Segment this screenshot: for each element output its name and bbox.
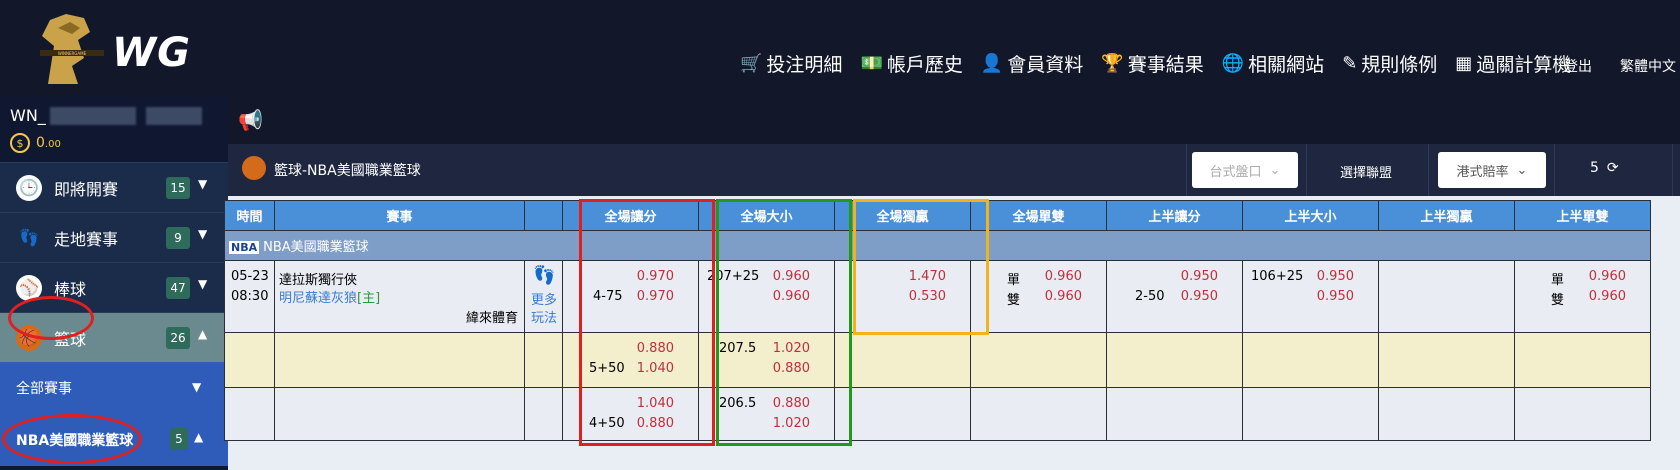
footprint-icon: 👣 <box>19 228 39 247</box>
odds-value[interactable]: 0.970 <box>637 289 674 304</box>
league-row: NBA NBA美國職業籃球 <box>224 230 1651 261</box>
main-content: 📢 籃球-NBA美國職業籃球 台式盤口 ⌄ 選擇聯盟 港式賠率 ⌄ 5 ⟳ 時間 賽事 <box>224 96 1680 470</box>
highlight-circle-basketball <box>8 296 94 340</box>
language-select[interactable]: 繁體中文 <box>1620 56 1676 76</box>
money-icon: 💵 <box>860 53 883 74</box>
refresh-button[interactable]: 5 ⟳ <box>1590 160 1619 176</box>
odds-value[interactable]: 0.950 <box>1181 269 1218 284</box>
logo-text: WG <box>112 30 191 76</box>
calculator-icon: ▦ <box>1455 53 1473 74</box>
footprint-icon: 👣 <box>533 265 556 286</box>
chevron-down-icon: ⌄ <box>1516 162 1528 178</box>
balance: $ 0.00 <box>10 133 218 153</box>
user-box: WN_ $ 0.00 <box>0 96 228 162</box>
half-over-under-cell: 106+25 0.950 0.950 <box>1242 260 1379 333</box>
nav-account-history[interactable]: 💵 帳戶歷史 <box>860 50 962 77</box>
odds-value[interactable]: 0.530 <box>909 289 946 304</box>
odds-type-select[interactable]: 港式賠率 ⌄ <box>1438 152 1546 188</box>
odds-value[interactable]: 0.960 <box>1045 269 1082 284</box>
table-row: 1.040 4+50 0.880 206.5 0.880 1.020 <box>224 387 1651 441</box>
cart-icon: 🛒 <box>740 53 763 74</box>
top-bar: WINNERGAME WG 🛒 投注明細 💵 帳戶歷史 👤 會員資料 🏆 賽事結果 🌐 相… <box>0 0 1680 96</box>
odds-value[interactable]: 0.880 <box>637 341 674 356</box>
market-select[interactable]: 台式盤口 ⌄ <box>1192 152 1298 188</box>
home-team: 達拉斯獨行俠 <box>279 273 358 288</box>
masked-username-2 <box>145 106 202 125</box>
half-moneyline-cell <box>1378 260 1515 333</box>
username: WN_ <box>10 106 218 125</box>
odds-value[interactable]: 0.960 <box>773 269 810 284</box>
svg-text:WINNERGAME: WINNERGAME <box>58 51 87 56</box>
half-odd-even-cell: 單 0.960 雙 0.960 <box>1514 260 1651 333</box>
chevron-down-icon: ▼ <box>192 380 202 394</box>
odds-value[interactable]: 1.470 <box>909 269 946 284</box>
nav-bet-details[interactable]: 🛒 投注明細 <box>740 50 842 77</box>
chevron-down-icon: ▼ <box>198 177 208 191</box>
full-odd-even-cell: 單 0.960 雙 0.960 <box>970 260 1107 333</box>
table-header: 時間 賽事 全場讓分 全場大小 全場獨贏 全場單雙 上半讓分 上半大小 上半獨贏… <box>224 200 1651 231</box>
odds-value[interactable]: 0.880 <box>637 416 674 431</box>
announcement-bar: 📢 <box>228 96 1680 144</box>
odds-value[interactable]: 1.020 <box>773 416 810 431</box>
full-over-under-cell: 207+25 0.960 0.960 <box>698 260 835 333</box>
sidebar: WN_ $ 0.00 🕒 即將開賽 15 ▼ 👣 走地賽事 9 ▼ ⚾ 棒球 4… <box>0 96 228 470</box>
megaphone-icon[interactable]: 📢 <box>238 108 263 132</box>
choose-league-button[interactable]: 選擇聯盟 <box>1340 162 1392 181</box>
league-title: 籃球-NBA美國職業籃球 <box>274 163 421 179</box>
sidebar-item-all-matches[interactable]: 全部賽事 ▼ <box>0 362 228 414</box>
chevron-down-icon: ⌄ <box>1269 162 1281 178</box>
chevron-up-icon: ▲ <box>194 430 204 444</box>
odds-value[interactable]: 1.040 <box>637 361 674 376</box>
globe-icon: 🌐 <box>1221 53 1245 74</box>
basketball-icon <box>242 156 266 180</box>
more-bets-button[interactable]: 👣 更多 玩法 <box>524 260 563 333</box>
odds-value[interactable]: 0.970 <box>637 269 674 284</box>
odds-value[interactable]: 1.020 <box>773 341 810 356</box>
nav-member-info[interactable]: 👤 會員資料 <box>981 50 1083 77</box>
nav-results[interactable]: 🏆 賽事結果 <box>1101 50 1203 77</box>
logout-link[interactable]: 登出 <box>1564 56 1592 76</box>
odds-value[interactable]: 1.040 <box>637 396 674 411</box>
masked-username <box>49 106 136 125</box>
odds-value[interactable]: 0.950 <box>1317 289 1354 304</box>
sidebar-item-live[interactable]: 👣 走地賽事 9 ▼ <box>0 212 228 262</box>
chevron-up-icon: ▲ <box>198 327 208 341</box>
full-handicap-cell: 0.880 5+50 1.040 <box>562 332 699 388</box>
coin-icon: $ <box>10 133 30 153</box>
user-icon: 👤 <box>980 53 1004 74</box>
nba-badge: NBA <box>229 241 260 254</box>
odds-value[interactable]: 0.880 <box>773 361 810 376</box>
table-row: 05-23 08:30 達拉斯獨行俠 明尼蘇達灰狼[主] 緯來體育 👣 更多 玩… <box>224 260 1651 333</box>
odds-value[interactable]: 0.880 <box>773 396 810 411</box>
highlight-circle-nba <box>2 414 142 464</box>
odds-value[interactable]: 0.950 <box>1181 289 1218 304</box>
full-handicap-cell: 1.040 4+50 0.880 <box>562 387 699 441</box>
full-over-under-cell: 206.5 0.880 1.020 <box>698 387 835 441</box>
main-nav: 🛒 投注明細 💵 帳戶歷史 👤 會員資料 🏆 賽事結果 🌐 相關網站 ✎ 規則條例 ▦ 過關計… <box>740 50 1571 77</box>
nav-related-sites[interactable]: 🌐 相關網站 <box>1222 50 1324 77</box>
odds-value[interactable]: 0.960 <box>773 289 810 304</box>
odds-value[interactable]: 0.960 <box>1589 289 1626 304</box>
odds-value[interactable]: 0.950 <box>1317 269 1354 284</box>
nav-parlay-calculator[interactable]: ▦ 過關計算機 <box>1455 50 1571 77</box>
sidebar-item-upcoming[interactable]: 🕒 即將開賽 15 ▼ <box>0 162 228 212</box>
odds-value[interactable]: 0.960 <box>1589 269 1626 284</box>
full-moneyline-cell: 1.470 0.530 <box>834 260 971 333</box>
full-handicap-cell: 0.970 4-75 0.970 <box>562 260 699 333</box>
away-team: 明尼蘇達灰狼[主] <box>279 291 381 306</box>
chevron-down-icon: ▼ <box>198 227 208 241</box>
league-bar: 籃球-NBA美國職業籃球 台式盤口 ⌄ 選擇聯盟 港式賠率 ⌄ 5 ⟳ <box>228 144 1680 196</box>
refresh-icon: ⟳ <box>1606 160 1619 176</box>
odds-value[interactable]: 0.960 <box>1045 289 1082 304</box>
chevron-down-icon: ▼ <box>198 277 208 291</box>
odds-table: 時間 賽事 全場讓分 全場大小 全場獨贏 全場單雙 上半讓分 上半大小 上半獨贏… <box>224 200 1651 441</box>
clock-icon: 🕒 <box>16 174 42 201</box>
table-row: 0.880 5+50 1.040 207.5 1.020 0.880 <box>224 332 1651 388</box>
pencil-icon: ✎ <box>1342 53 1358 74</box>
nav-rules[interactable]: ✎ 規則條例 <box>1342 50 1437 77</box>
broadcast-label: 緯來體育 <box>465 311 518 326</box>
full-over-under-cell: 207.5 1.020 0.880 <box>698 332 835 388</box>
half-handicap-cell: 0.950 2-50 0.950 <box>1106 260 1243 333</box>
trophy-icon: 🏆 <box>1101 53 1124 74</box>
